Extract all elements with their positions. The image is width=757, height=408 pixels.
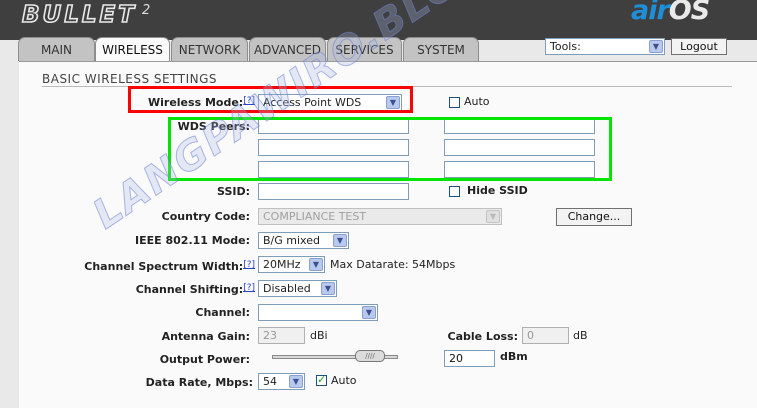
airos-logo-os: OS (668, 0, 710, 26)
chevron-down-icon: ▼ (333, 234, 347, 247)
output-power-label: Output Power: (159, 353, 250, 366)
channel-spectrum-width-label: Channel Spectrum Width:[?] (60, 260, 255, 273)
tab-network[interactable]: NETWORK (171, 37, 248, 61)
channel-shifting-help-link[interactable]: [?] (243, 283, 255, 293)
cable-loss-input: 0 (522, 327, 569, 344)
logout-button[interactable]: Logout (671, 38, 727, 55)
wireless-mode-auto-checkbox[interactable] (449, 97, 460, 108)
tab-wireless[interactable]: WIRELESS (95, 37, 170, 63)
bullet-logo-version: 2 (142, 3, 151, 18)
antenna-gain-input: 23 (258, 327, 305, 344)
ieee-mode-label: IEEE 802.11 Mode: (135, 234, 250, 247)
channel-shifting-label: Channel Shifting:[?] (100, 283, 255, 296)
max-datarate-text: Max Datarate: 54Mbps (330, 258, 456, 271)
data-rate-auto-label: Auto (331, 374, 357, 387)
data-rate-auto-checkbox[interactable]: ✓ (316, 373, 327, 386)
airos-logo-air: air (631, 0, 670, 26)
wireless-mode-auto-label: Auto (464, 95, 490, 108)
ieee-mode-value: B/G mixed (263, 234, 320, 247)
output-power-slider-thumb[interactable]: //// (355, 350, 385, 362)
channel-select[interactable]: ▼ (258, 304, 378, 321)
channel-spectrum-width-select[interactable]: 20MHz ▼ (258, 256, 325, 273)
section-title: BASIC WIRELESS SETTINGS (42, 72, 218, 86)
cable-loss-label: Cable Loss: (447, 330, 519, 343)
antenna-gain-unit: dBi (310, 329, 328, 342)
tab-main[interactable]: MAIN (18, 37, 95, 61)
hide-ssid-label: Hide SSID (467, 184, 528, 197)
channel-shifting-label-text: Channel Shifting: (135, 283, 244, 296)
chevron-down-icon: ▼ (486, 210, 500, 223)
channel-spectrum-help-link[interactable]: [?] (243, 260, 255, 270)
channel-shifting-select[interactable]: Disabled ▼ (258, 280, 337, 297)
tools-select[interactable]: Tools: ▼ (545, 38, 665, 55)
checkmark-icon: ✓ (317, 373, 327, 386)
tools-select-value: Tools: (550, 40, 581, 53)
output-power-input[interactable]: 20 (444, 350, 495, 367)
cable-loss-unit: dB (573, 329, 588, 342)
antenna-gain-label: Antenna Gain: (161, 330, 250, 343)
chevron-down-icon: ▼ (321, 282, 335, 295)
channel-spectrum-width-label-text: Channel Spectrum Width: (84, 260, 244, 273)
chevron-down-icon: ▼ (309, 258, 323, 271)
data-rate-value: 54 (263, 375, 277, 388)
airos-logo: airOS (631, 0, 710, 26)
bullet-logo: BULLET (21, 1, 137, 29)
data-rate-select[interactable]: 54 ▼ (258, 373, 305, 390)
channel-shifting-value: Disabled (263, 282, 311, 295)
chevron-down-icon: ▼ (649, 40, 663, 53)
ieee-mode-select[interactable]: B/G mixed ▼ (258, 232, 349, 249)
data-rate-label: Data Rate, Mbps: (145, 376, 253, 389)
output-power-unit: dBm (500, 350, 528, 363)
tab-system[interactable]: SYSTEM (403, 37, 479, 61)
chevron-down-icon: ▼ (289, 375, 303, 388)
chevron-down-icon: ▼ (362, 306, 376, 319)
channel-spectrum-width-value: 20MHz (263, 258, 301, 271)
country-code-value: COMPLIANCE TEST (263, 210, 367, 223)
ssid-input[interactable] (258, 183, 409, 200)
country-code-select: COMPLIANCE TEST ▼ (258, 208, 502, 225)
change-country-button[interactable]: Change... (556, 208, 632, 226)
channel-label: Channel: (195, 306, 250, 319)
hide-ssid-checkbox[interactable] (449, 186, 460, 197)
